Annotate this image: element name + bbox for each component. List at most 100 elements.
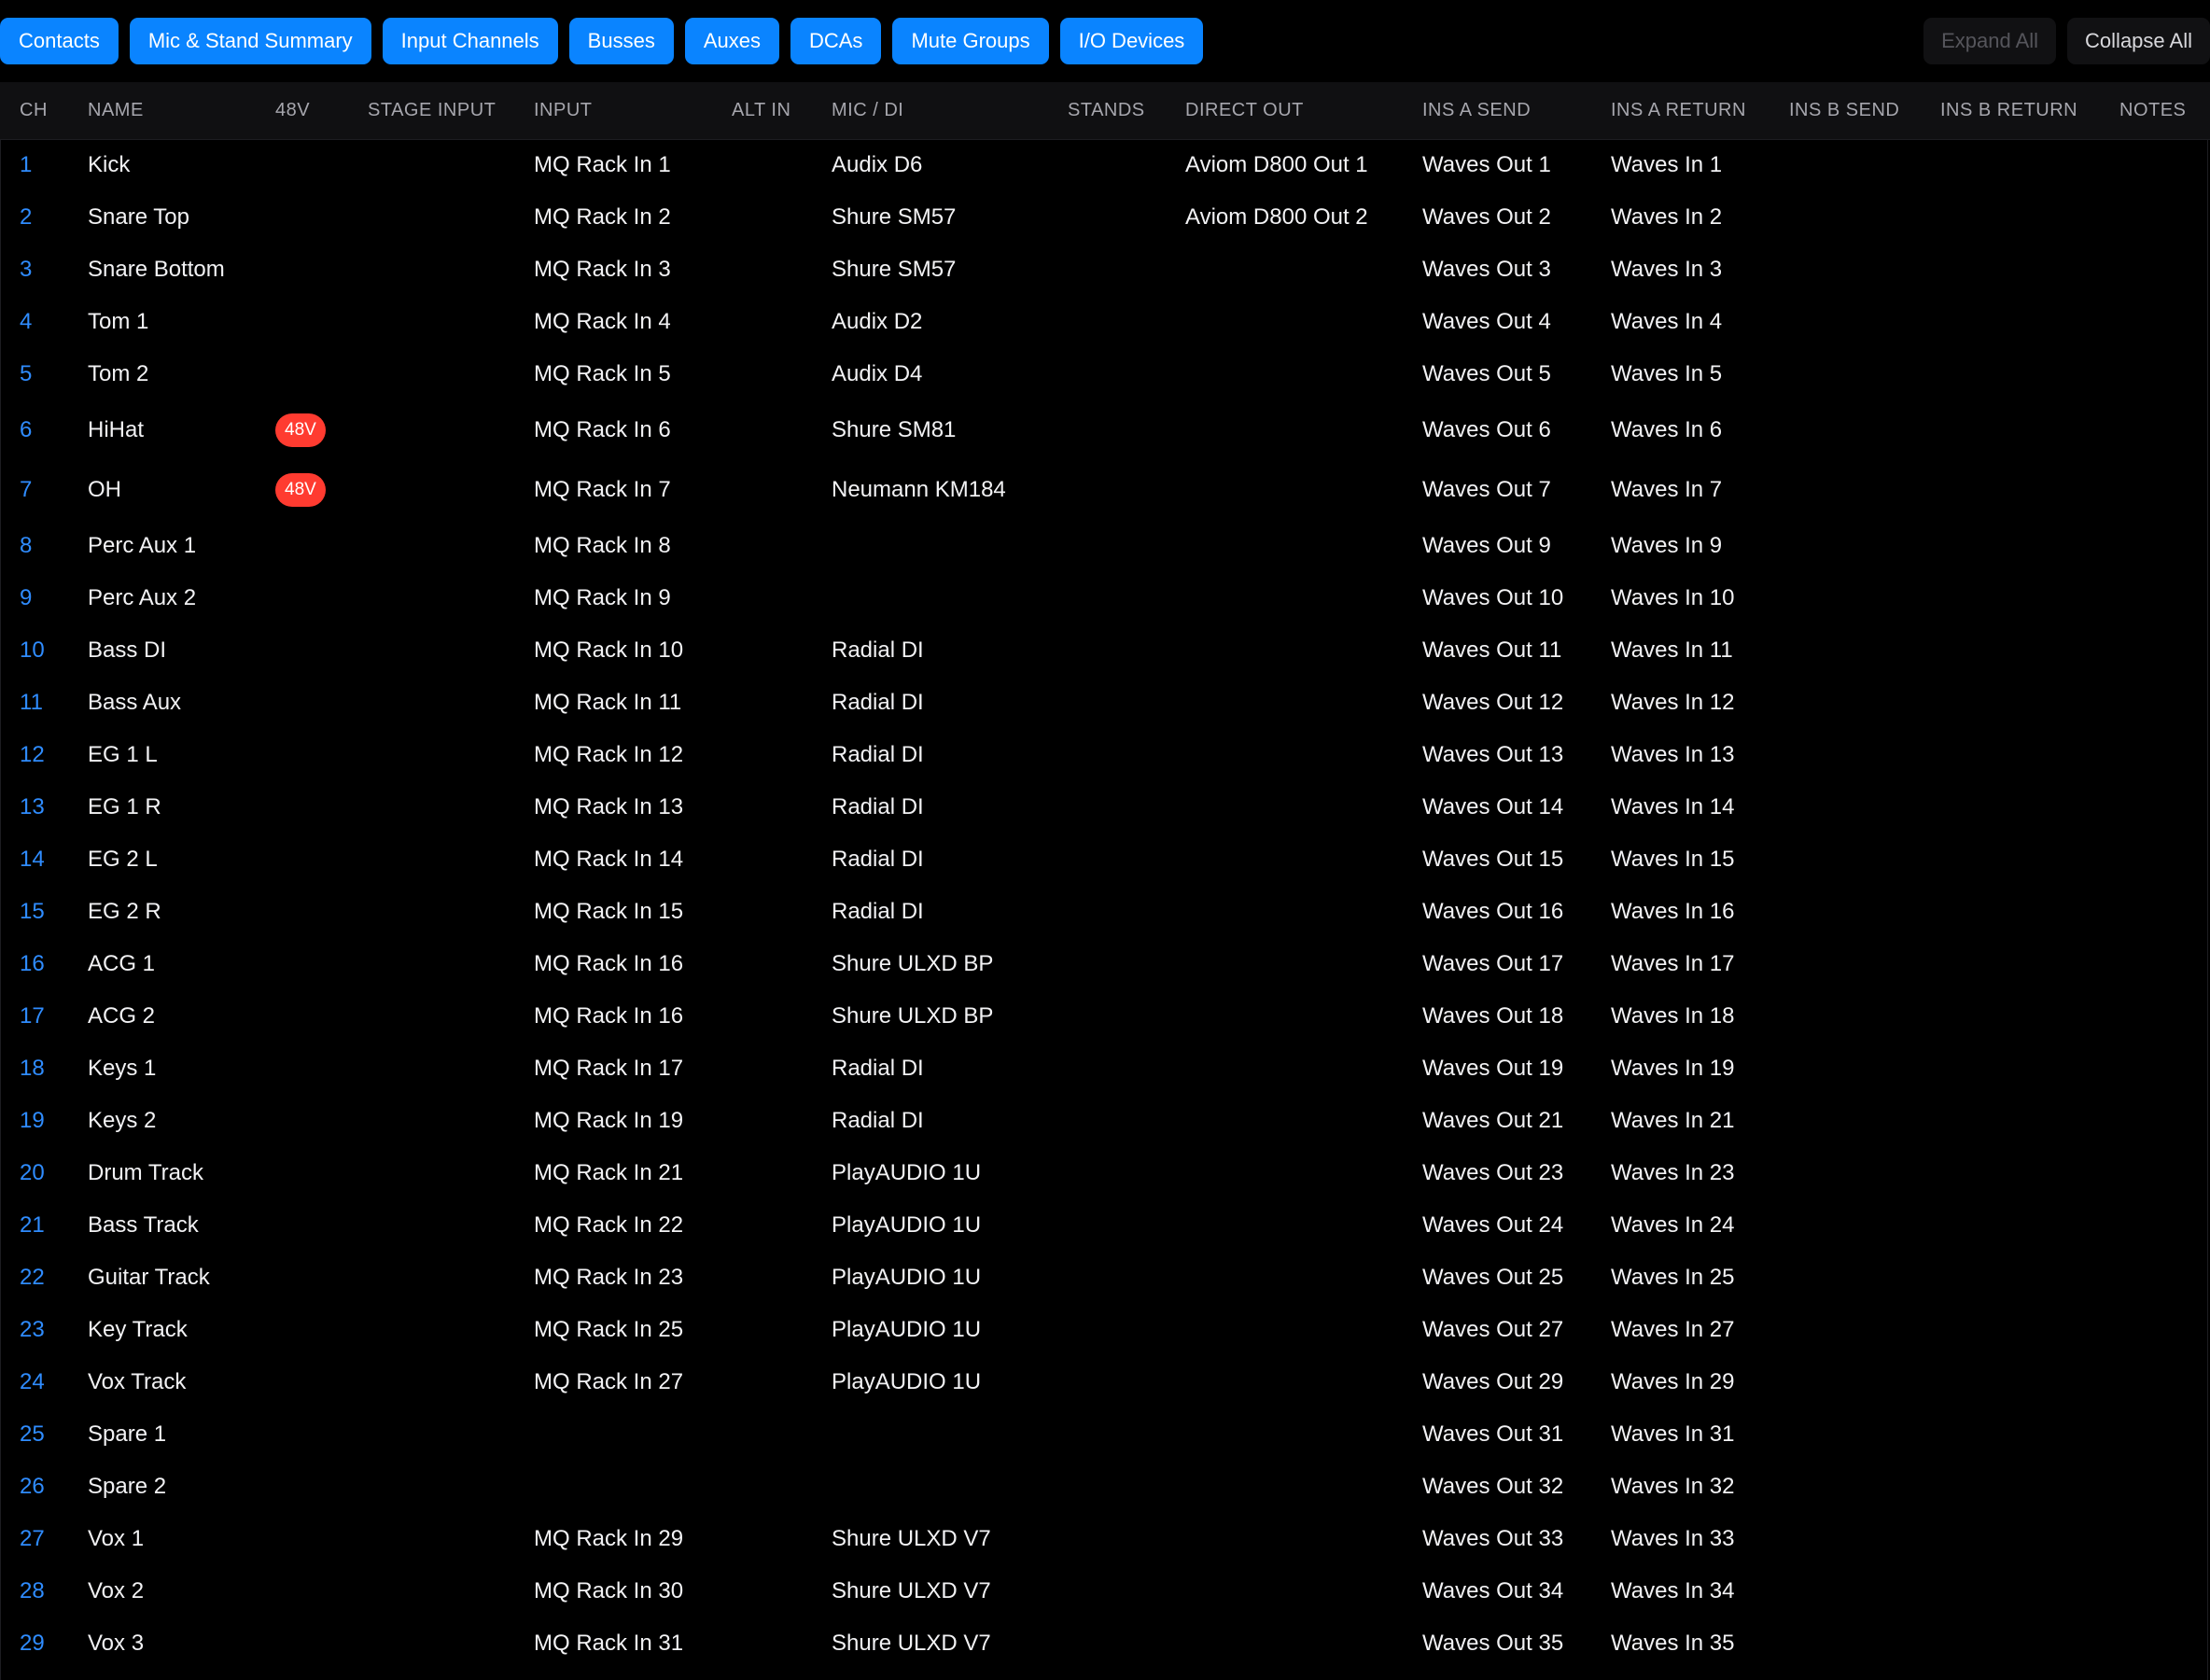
ins-b-return-cell[interactable]: [1940, 520, 2119, 572]
alt-in-cell[interactable]: [732, 244, 832, 296]
ins-a-send-cell[interactable]: Waves Out 11: [1422, 624, 1611, 677]
mic-di-cell[interactable]: Audix D6: [832, 139, 1068, 191]
mic-di-cell[interactable]: Radial DI: [832, 624, 1068, 677]
alt-in-cell[interactable]: [732, 572, 832, 624]
ins-b-send-cell[interactable]: [1789, 1043, 1940, 1095]
input-cell[interactable]: MQ Rack In 17: [534, 1043, 732, 1095]
ins-a-send-cell[interactable]: Waves Out 3: [1422, 244, 1611, 296]
stands-cell[interactable]: [1068, 520, 1185, 572]
channel-number[interactable]: 2: [0, 191, 88, 244]
ins-a-return-cell[interactable]: Waves In 35: [1611, 1617, 1789, 1670]
phantom-power-cell[interactable]: [275, 1408, 368, 1461]
ins-a-send-cell[interactable]: Waves Out 33: [1422, 1513, 1611, 1565]
stands-cell[interactable]: [1068, 990, 1185, 1043]
ins-b-return-cell[interactable]: [1940, 1147, 2119, 1199]
ins-a-send-cell[interactable]: Waves Out 23: [1422, 1147, 1611, 1199]
phantom-power-cell[interactable]: [275, 520, 368, 572]
alt-in-cell[interactable]: [732, 1199, 832, 1252]
ins-b-return-cell[interactable]: [1940, 139, 2119, 191]
input-cell[interactable]: MQ Rack In 16: [534, 990, 732, 1043]
stage-input-cell[interactable]: [368, 1095, 534, 1147]
channel-number[interactable]: 15: [0, 886, 88, 938]
ins-b-return-cell[interactable]: [1940, 624, 2119, 677]
table-row[interactable]: 13 EG 1 R MQ Rack In 13 Radial DI Waves Out …: [0, 781, 2210, 833]
direct-out-cell[interactable]: [1185, 677, 1422, 729]
ins-a-return-cell[interactable]: Waves In 14: [1611, 781, 1789, 833]
table-row[interactable]: 29 Vox 3 MQ Rack In 31 Shure ULXD V7 Waves O…: [0, 1617, 2210, 1670]
ins-a-return-cell[interactable]: Waves In 7: [1611, 460, 1789, 520]
table-row[interactable]: 26 Spare 2 Waves Out 32 Waves In 32: [0, 1461, 2210, 1513]
alt-in-cell[interactable]: [732, 1043, 832, 1095]
notes-cell[interactable]: [2119, 244, 2210, 296]
ins-b-return-cell[interactable]: [1940, 1461, 2119, 1513]
input-cell[interactable]: MQ Rack In 16: [534, 938, 732, 990]
column-header-48v[interactable]: 48V: [275, 82, 368, 140]
direct-out-cell[interactable]: [1185, 1565, 1422, 1617]
direct-out-cell[interactable]: [1185, 296, 1422, 348]
phantom-power-cell[interactable]: 48V: [275, 460, 368, 520]
channel-number[interactable]: 20: [0, 1147, 88, 1199]
mic-di-cell[interactable]: PlayAUDIO 1U: [832, 1356, 1068, 1408]
mic-di-cell[interactable]: Shure ULXD BP: [832, 938, 1068, 990]
tab-busses[interactable]: Busses: [568, 18, 674, 64]
ins-a-return-cell[interactable]: Waves In 25: [1611, 1252, 1789, 1304]
table-row[interactable]: 25 Spare 1 Waves Out 31 Waves In 31: [0, 1408, 2210, 1461]
ins-b-return-cell[interactable]: [1940, 1199, 2119, 1252]
phantom-power-cell[interactable]: [275, 781, 368, 833]
ins-b-send-cell[interactable]: [1789, 1199, 1940, 1252]
stage-input-cell[interactable]: [368, 1461, 534, 1513]
stands-cell[interactable]: [1068, 572, 1185, 624]
notes-cell[interactable]: [2119, 460, 2210, 520]
direct-out-cell[interactable]: Aviom D800 Out 1: [1185, 139, 1422, 191]
ins-b-return-cell[interactable]: [1940, 833, 2119, 886]
ins-a-send-cell[interactable]: Waves Out 7: [1422, 460, 1611, 520]
stage-input-cell[interactable]: [368, 520, 534, 572]
table-row[interactable]: 22 Guitar Track MQ Rack In 23 PlayAUDIO 1U W…: [0, 1252, 2210, 1304]
table-row[interactable]: 6 HiHat 48V MQ Rack In 6 Shure SM81 Waves Out…: [0, 400, 2210, 460]
table-row[interactable]: 28 Vox 2 MQ Rack In 30 Shure ULXD V7 Waves O…: [0, 1565, 2210, 1617]
ins-a-return-cell[interactable]: Waves In 21: [1611, 1095, 1789, 1147]
notes-cell[interactable]: [2119, 1043, 2210, 1095]
ins-a-return-cell[interactable]: Waves In 10: [1611, 572, 1789, 624]
notes-cell[interactable]: [2119, 1095, 2210, 1147]
stage-input-cell[interactable]: [368, 1513, 534, 1565]
table-row[interactable]: 18 Keys 1 MQ Rack In 17 Radial DI Waves Out …: [0, 1043, 2210, 1095]
table-row[interactable]: 9 Perc Aux 2 MQ Rack In 9 Waves Out 10 Waves…: [0, 572, 2210, 624]
ins-a-return-cell[interactable]: Waves In 9: [1611, 520, 1789, 572]
mic-di-cell[interactable]: Shure ULXD V7: [832, 1565, 1068, 1617]
ins-b-return-cell[interactable]: [1940, 400, 2119, 460]
ins-a-send-cell[interactable]: Waves Out 17: [1422, 938, 1611, 990]
stands-cell[interactable]: [1068, 348, 1185, 400]
channel-name[interactable]: Spare 2: [88, 1461, 275, 1513]
direct-out-cell[interactable]: [1185, 729, 1422, 781]
ins-b-return-cell[interactable]: [1940, 572, 2119, 624]
ins-a-return-cell[interactable]: Waves In 32: [1611, 1461, 1789, 1513]
stage-input-cell[interactable]: [368, 1304, 534, 1356]
ins-b-return-cell[interactable]: [1940, 1408, 2119, 1461]
ins-b-return-cell[interactable]: [1940, 1043, 2119, 1095]
ins-b-return-cell[interactable]: [1940, 781, 2119, 833]
mic-di-cell[interactable]: Shure ULXD BP: [832, 990, 1068, 1043]
alt-in-cell[interactable]: [732, 1565, 832, 1617]
stage-input-cell[interactable]: [368, 1617, 534, 1670]
channel-name[interactable]: Guitar Track: [88, 1252, 275, 1304]
notes-cell[interactable]: [2119, 1408, 2210, 1461]
ins-a-return-cell[interactable]: Waves In 34: [1611, 1565, 1789, 1617]
alt-in-cell[interactable]: [732, 1461, 832, 1513]
direct-out-cell[interactable]: [1185, 1408, 1422, 1461]
direct-out-cell[interactable]: [1185, 990, 1422, 1043]
alt-in-cell[interactable]: [732, 460, 832, 520]
column-header-mic-di[interactable]: MIC / DI: [832, 82, 1068, 140]
phantom-power-cell[interactable]: [275, 1356, 368, 1408]
input-cell[interactable]: MQ Rack In 30: [534, 1565, 732, 1617]
alt-in-cell[interactable]: [732, 1408, 832, 1461]
ins-a-send-cell[interactable]: Waves Out 25: [1422, 1252, 1611, 1304]
ins-b-return-cell[interactable]: [1940, 191, 2119, 244]
table-row[interactable]: 20 Drum Track MQ Rack In 21 PlayAUDIO 1U Wav…: [0, 1147, 2210, 1199]
mic-di-cell[interactable]: Radial DI: [832, 677, 1068, 729]
alt-in-cell[interactable]: [732, 400, 832, 460]
channel-number[interactable]: 13: [0, 781, 88, 833]
column-header-alt-in[interactable]: ALT IN: [732, 82, 832, 140]
table-row[interactable]: 12 EG 1 L MQ Rack In 12 Radial DI Waves Out …: [0, 729, 2210, 781]
table-row[interactable]: 16 ACG 1 MQ Rack In 16 Shure ULXD BP Waves O…: [0, 938, 2210, 990]
